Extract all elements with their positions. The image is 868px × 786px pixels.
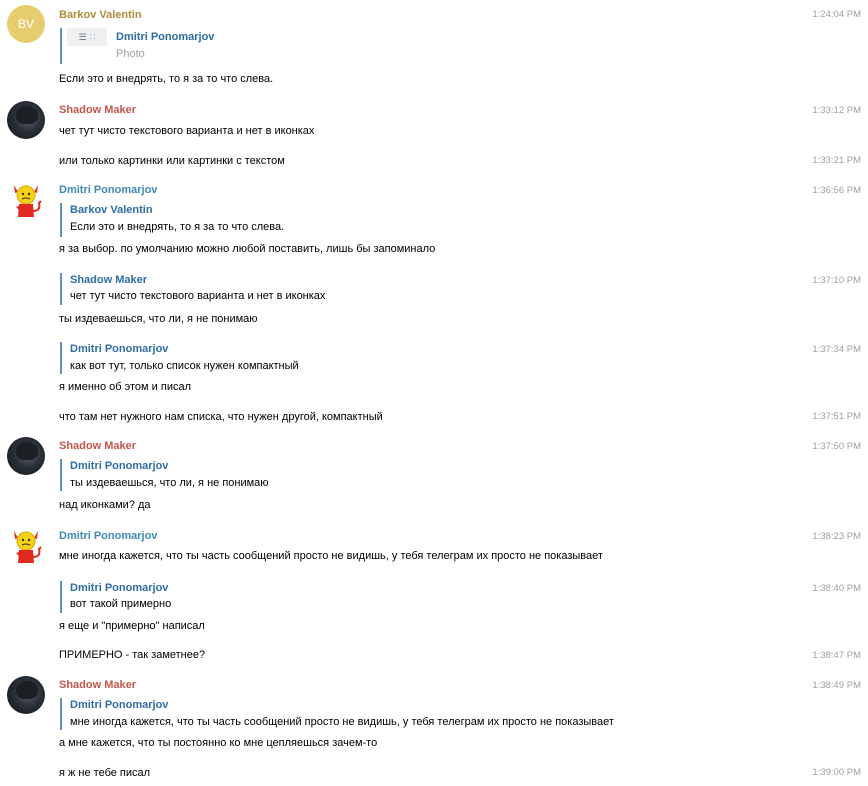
timestamp: 1:38:40 PM [812,583,861,594]
sender-name[interactable]: Shadow Maker [59,104,136,117]
reply-author[interactable]: Dmitri Ponomarjov [70,460,168,473]
devil-avatar-icon[interactable] [9,181,43,221]
avatar[interactable]: BV [7,5,45,43]
message-text: или только картинки или картинки с текст… [59,155,285,167]
message-text: над иконками? да [59,499,151,511]
devil-avatar-icon[interactable] [9,527,43,567]
message-text: а мне кажется, что ты постоянно ко мне ц… [59,737,378,749]
reply-text: как вот тут, только список нужен компакт… [70,360,299,372]
message-text: я за выбор. по умолчанию можно любой пос… [59,243,436,255]
message-text: я ж не тебе писал [59,767,151,779]
reply-text: ты издеваешься, что ли, я не понимаю [70,477,269,489]
reply-quote-bar [60,581,62,613]
message-text: мне иногда кажется, что ты часть сообщен… [59,550,603,562]
reply-author[interactable]: Barkov Valentin [70,204,153,217]
reply-text: Photo [116,48,145,60]
reply-quote-bar [60,698,62,730]
timestamp: 1:38:49 PM [812,680,861,691]
message-text: я именно об этом и писал [59,381,191,393]
reply-author[interactable]: Dmitri Ponomarjov [70,699,168,712]
reply-author[interactable]: Dmitri Ponomarjov [70,582,168,595]
sender-name[interactable]: Dmitri Ponomarjov [59,530,157,543]
reply-text: Если это и внедрять, то я за то что слев… [70,221,285,233]
message-text: Если это и внедрять, то я за то что слев… [59,73,274,85]
message-text: чет тут чисто текстового варианта и нет … [59,125,315,137]
message-text: ты издеваешься, что ли, я не понимаю [59,313,258,325]
timestamp: 1:37:50 PM [812,441,861,452]
timestamp: 1:38:47 PM [812,650,861,661]
avatar[interactable] [7,437,45,475]
reply-text: чет тут чисто текстового варианта и нет … [70,290,326,302]
reply-quote-bar [60,459,62,491]
grid-icon: ∷ [89,31,96,42]
reply-quote-bar [60,203,62,237]
message-text: я еще и "примерно" написал [59,620,205,632]
timestamp: 1:36:56 PM [812,185,861,196]
sender-name[interactable]: Barkov Valentin [59,9,142,22]
timestamp: 1:37:10 PM [812,275,861,286]
avatar[interactable] [7,676,45,714]
timestamp: 1:39:00 PM [812,767,861,778]
timestamp: 1:33:21 PM [812,155,861,166]
message-text: ПРИМЕРНО - так заметнее? [59,649,206,661]
message-text: что там нет нужного нам списка, что нуже… [59,411,383,423]
reply-quote-bar [60,273,62,305]
avatar[interactable] [7,101,45,139]
list-icon: ☰ [78,31,87,42]
photo-thumbnail[interactable]: ☰ ∷ [67,28,107,46]
reply-quote-bar [60,342,62,374]
timestamp: 1:33:12 PM [812,105,861,116]
sender-name[interactable]: Shadow Maker [59,679,136,692]
reply-author[interactable]: Shadow Maker [70,274,147,287]
timestamp: 1:24:04 PM [812,9,861,20]
sender-name[interactable]: Dmitri Ponomarjov [59,184,157,197]
sender-name[interactable]: Shadow Maker [59,440,136,453]
reply-author[interactable]: Dmitri Ponomarjov [70,343,168,356]
timestamp: 1:37:51 PM [812,411,861,422]
reply-quote-bar [60,28,62,64]
reply-author[interactable]: Dmitri Ponomarjov [116,31,214,44]
timestamp: 1:38:23 PM [812,531,861,542]
timestamp: 1:37:34 PM [812,344,861,355]
reply-text: вот такой примерно [70,598,172,610]
reply-text: мне иногда кажется, что ты часть сообщен… [70,716,614,728]
